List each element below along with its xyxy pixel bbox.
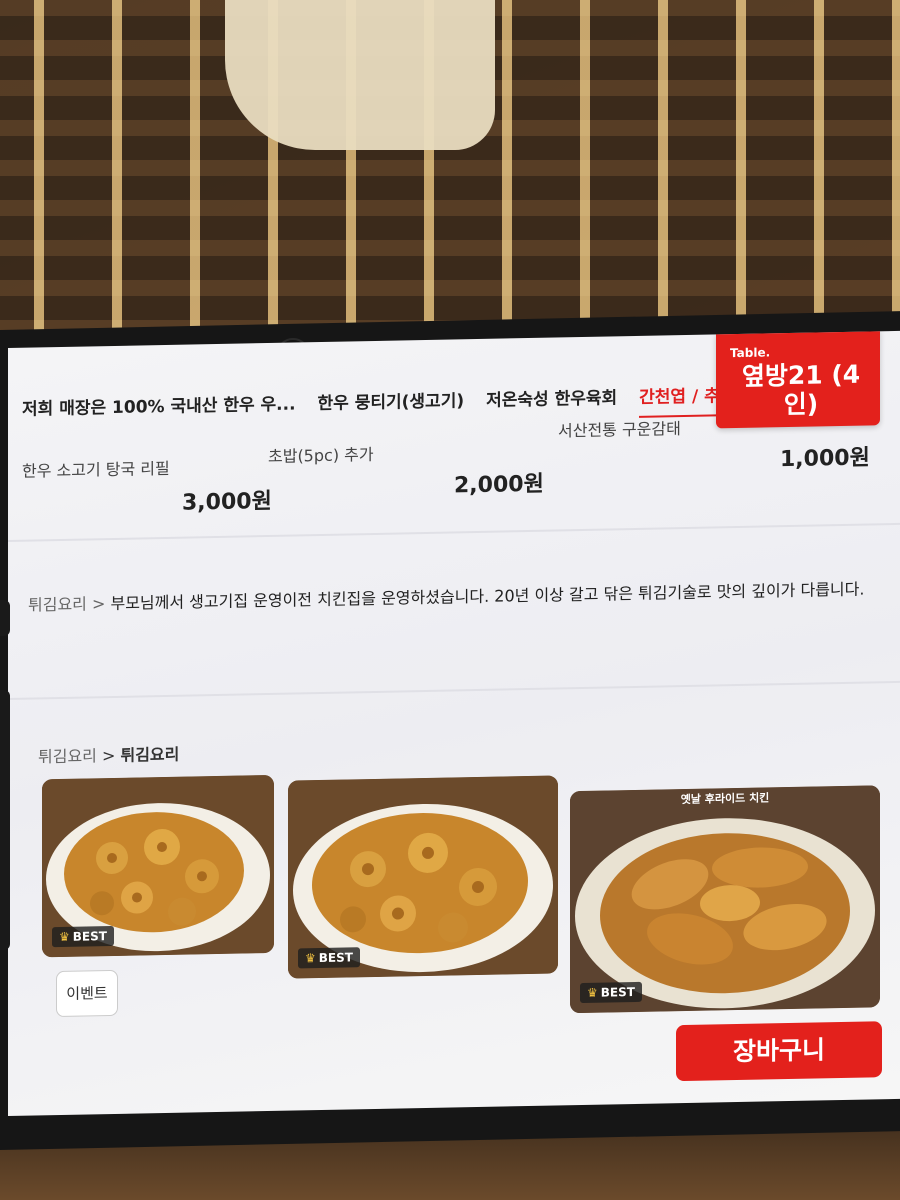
menu-item-soup-refill[interactable]: 한우 소고기 탕국 리필 3,000원	[22, 453, 272, 528]
item-name: 초밥(5pc) 추가	[268, 444, 374, 467]
section-divider	[8, 680, 900, 700]
best-badge: ♛ BEST	[298, 947, 360, 969]
item-price: 2,000원	[454, 471, 544, 499]
category-description: 튀김요리 > 부모님께서 생고기집 운영이전 치킨집을 운영하셨습니다. 20년…	[28, 575, 878, 618]
breadcrumb-parent[interactable]: 튀김요리	[38, 746, 97, 766]
breadcrumb: 튀김요리 > 튀김요리	[38, 741, 179, 768]
menu-item-sushi-add[interactable]: 초밥(5pc) 추가 2,000원	[268, 437, 558, 513]
tab-mungtigi[interactable]: 한우 뭉티기(생고기)	[318, 381, 465, 424]
section-divider	[8, 522, 900, 542]
breadcrumb-separator: >	[101, 745, 116, 766]
tab-notice[interactable]: 저희 매장은 100% 국내산 한우 우...	[22, 384, 296, 429]
menu-card-fried-chicken[interactable]: 옛날 후라이드 치킨 ♛ BEST	[570, 785, 880, 1014]
side-tab	[0, 690, 10, 950]
table-label: Table.	[730, 345, 771, 361]
item-name: 한우 소고기 탕국 리필	[22, 458, 170, 481]
background-lamp	[225, 0, 495, 150]
menu-card-lotus-fried-1[interactable]: ♛ BEST	[42, 774, 274, 958]
menu-item-gamtae[interactable]: 서산전통 구운감태 1,000원	[558, 411, 878, 487]
kiosk-screen: 저희 매장은 100% 국내산 한우 우... 한우 뭉티기(생고기) 저온숙성…	[8, 330, 900, 1117]
item-name: 서산전통 구운감태	[558, 419, 681, 441]
side-tab	[0, 600, 10, 636]
description-text: 부모님께서 생고기집 운영이전 치킨집을 운영하셨습니다. 20년 이상 갈고 …	[110, 579, 865, 614]
food-photo	[570, 785, 880, 1014]
cart-button[interactable]: 장바구니	[676, 1021, 882, 1082]
description-category: 튀김요리	[28, 594, 87, 615]
best-badge: ♛ BEST	[52, 925, 114, 948]
item-price: 1,000원	[780, 445, 870, 473]
best-badge: ♛ BEST	[580, 981, 642, 1004]
item-price: 3,000원	[182, 488, 272, 516]
crown-icon: ♛	[59, 929, 70, 945]
event-button[interactable]: 이벤트	[56, 969, 118, 1018]
menu-card-lotus-fried-2[interactable]: ♛ BEST	[288, 775, 558, 979]
breadcrumb-current: 튀김요리	[120, 744, 180, 765]
tab-yukhoe[interactable]: 저온숙성 한우육회	[486, 378, 617, 421]
description-separator: >	[91, 594, 106, 614]
crown-icon: ♛	[587, 985, 598, 1000]
crown-icon: ♛	[305, 951, 316, 966]
